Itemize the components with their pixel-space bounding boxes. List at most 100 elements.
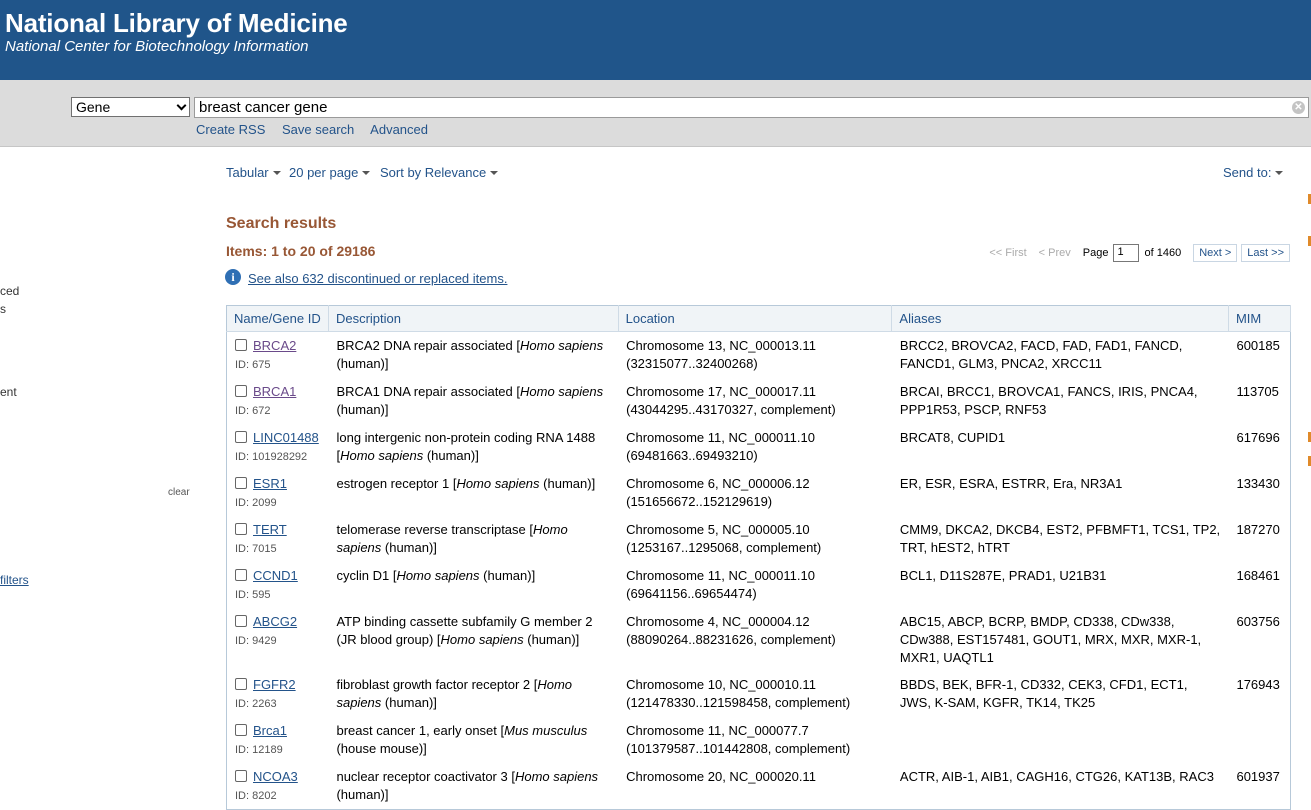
info-icon: i [225, 269, 241, 285]
mim-cell [1228, 717, 1290, 763]
gene-link[interactable]: Brca1 [253, 723, 287, 738]
advanced-search-link[interactable]: Advanced [370, 122, 428, 137]
row-checkbox[interactable] [235, 770, 247, 782]
aliases-cell: ER, ESR, ESRA, ESTRR, Era, NR3A1 [899, 476, 1123, 491]
mim-cell: 603756 [1236, 614, 1280, 629]
database-select-value: Gene [76, 99, 111, 115]
clear-filters-button[interactable]: clear [168, 487, 190, 498]
mim-cell: 600185 [1236, 338, 1280, 353]
aliases-cell: ABC15, ABCP, BCRP, BMDP, CD338, CDw338, … [899, 614, 1202, 665]
column-header-aliases[interactable]: Aliases [891, 305, 1229, 332]
gene-link[interactable]: BRCA1 [253, 384, 296, 399]
pager: << First < Prev Page 1 of 1460 Next > La… [989, 244, 1290, 262]
coordinates-text: (32315077..32400268) [626, 356, 758, 371]
gene-id: ID: 12189 [235, 744, 283, 756]
row-checkbox[interactable] [235, 523, 247, 535]
row-checkbox[interactable] [235, 385, 247, 397]
aliases-cell [892, 717, 1229, 763]
column-header-name[interactable]: Name/Gene ID [226, 305, 329, 332]
location-cell: Chromosome 11, NC_000011.10 (69641156..69… [618, 562, 892, 608]
page-total: of 1460 [1144, 247, 1182, 259]
results-title: Search results [226, 215, 337, 232]
sort-menu[interactable]: Sort by Relevance [380, 165, 499, 180]
species-common: (human)] [539, 476, 596, 491]
mim-cell: 113705 [1236, 384, 1279, 399]
next-page-button[interactable]: Next > [1193, 244, 1238, 262]
gene-id: ID: 2263 [235, 698, 277, 710]
species-name: Homo sapiens [440, 632, 524, 647]
location-cell: Chromosome 5, NC_000005.10 (1253167..1295… [618, 516, 892, 562]
search-query-text: breast cancer gene [199, 99, 328, 116]
row-checkbox[interactable] [235, 569, 247, 581]
gene-link[interactable]: ABCG2 [253, 614, 297, 629]
gene-link[interactable]: BRCA2 [253, 338, 296, 353]
table-row: NCOA3 ID: 8202 nuclear receptor coactivato… [227, 763, 1291, 810]
description-cell: breast cancer 1, early onset [Mus muscul… [328, 717, 618, 763]
create-rss-link[interactable]: Create RSS [196, 122, 265, 137]
page-number-input[interactable]: 1 [1113, 244, 1140, 262]
row-checkbox[interactable] [235, 431, 247, 443]
species-name: Homo sapiens [396, 568, 480, 583]
caret-down-icon [272, 171, 281, 175]
mim-cell: 187270 [1236, 522, 1280, 537]
description-text: telomerase reverse transcriptase [ [336, 522, 533, 537]
gene-id: ID: 7015 [235, 543, 277, 555]
database-select[interactable]: Gene [71, 97, 190, 117]
per-page-menu[interactable]: 20 per page [289, 165, 371, 180]
aliases-cell: BRCC2, BROVCA2, FACD, FAD, FAD1, FANCD, … [899, 338, 1183, 371]
gene-link[interactable]: TERT [253, 522, 287, 537]
clear-search-icon[interactable]: ✕ [1292, 101, 1305, 114]
coordinates-text: (43044295..43170327, complement) [626, 402, 836, 417]
description-cell: telomerase reverse transcriptase [Homo s… [328, 516, 618, 562]
gene-link[interactable]: ESR1 [253, 476, 287, 491]
search-input[interactable]: breast cancer gene ✕ [194, 97, 1309, 118]
row-checkbox[interactable] [235, 678, 247, 690]
chromosome-text: Chromosome 20, NC_000020.11 [626, 769, 816, 784]
row-checkbox[interactable] [235, 339, 247, 351]
sidebar-fragment: ced [0, 284, 20, 298]
gene-name-cell: LINC01488 ID: 101928292 [227, 424, 329, 470]
row-checkbox[interactable] [235, 724, 247, 736]
coordinates-text: (69641156..69654474) [626, 586, 757, 601]
format-menu[interactable]: Tabular [226, 165, 281, 180]
coordinates-text: (88090264..88231626, complement) [626, 632, 836, 647]
chromosome-text: Chromosome 5, NC_000005.10 [626, 522, 810, 537]
see-also-discontinued-link[interactable]: See also 632 discontinued or replaced it… [248, 271, 507, 286]
species-name: Homo sapiens [520, 384, 604, 399]
table-row: BRCA1 ID: 672 BRCA1 DNA repair associated … [227, 378, 1291, 424]
species-common: (human)] [336, 402, 389, 417]
table-row: TERT ID: 7015 telomerase reverse transcrip… [227, 516, 1291, 562]
page-label: Page [1082, 247, 1109, 259]
location-cell: Chromosome 6, NC_000006.12 (151656672..15… [618, 470, 892, 516]
ncbi-subtitle[interactable]: National Center for Biotechnology Inform… [5, 38, 309, 55]
gene-link[interactable]: NCOA3 [253, 769, 298, 784]
first-page-link[interactable]: << First [989, 247, 1026, 259]
chromosome-text: Chromosome 4, NC_000004.12 [626, 614, 810, 629]
species-common: (human)] [479, 568, 536, 583]
column-header-mim[interactable]: MIM [1228, 305, 1292, 332]
gene-link[interactable]: LINC01488 [253, 430, 319, 445]
per-page-label: 20 per page [289, 165, 359, 180]
prev-page-link[interactable]: < Prev [1039, 247, 1071, 259]
row-checkbox[interactable] [235, 477, 247, 489]
gene-link[interactable]: CCND1 [253, 568, 298, 583]
filters-link[interactable]: filters [0, 573, 29, 587]
coordinates-text: (121478330..121598458, complement) [626, 695, 851, 710]
send-to-label: Send to: [1223, 165, 1272, 180]
species-common: (human)] [381, 540, 437, 555]
nlm-logo-text[interactable]: National Library of Medicine [5, 8, 348, 39]
column-header-location[interactable]: Location [618, 305, 893, 332]
chromosome-text: Chromosome 11, NC_000077.7 [626, 723, 809, 738]
row-checkbox[interactable] [235, 615, 247, 627]
table-row: Brca1 ID: 12189 breast cancer 1, early ons… [227, 717, 1291, 763]
aliases-cell: BBDS, BEK, BFR-1, CD332, CEK3, CFD1, ECT… [899, 677, 1188, 710]
search-bar: Gene breast cancer gene ✕ Create RSS Sav… [0, 80, 1311, 147]
chromosome-text: Chromosome 13, NC_000013.11 [626, 338, 816, 353]
send-to-menu[interactable]: Send to: [1223, 165, 1284, 180]
gene-name-cell: FGFR2 ID: 2263 [227, 671, 329, 717]
column-header-description[interactable]: Description [328, 305, 619, 332]
gene-link[interactable]: FGFR2 [253, 677, 296, 692]
save-search-link[interactable]: Save search [282, 122, 354, 137]
last-page-button[interactable]: Last >> [1241, 244, 1290, 262]
coordinates-text: (151656672..152129619) [626, 494, 773, 509]
